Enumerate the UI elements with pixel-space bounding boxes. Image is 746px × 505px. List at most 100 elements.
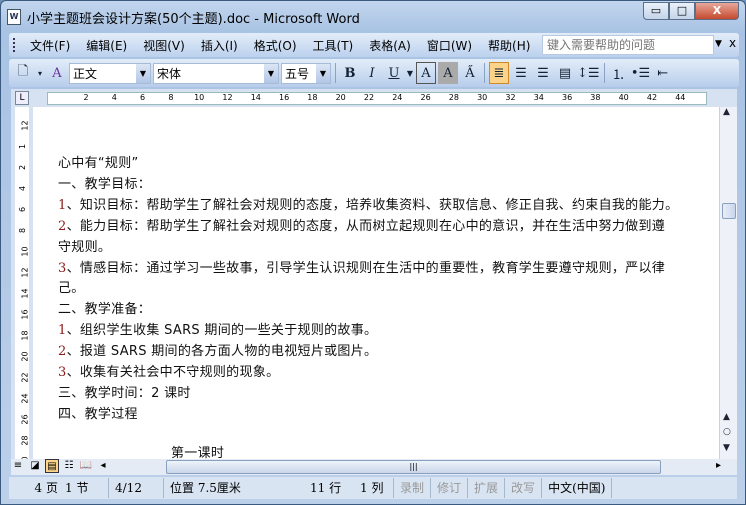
help-search-input[interactable] xyxy=(542,35,714,55)
menu-file[interactable]: 文件(F) xyxy=(22,37,78,54)
status-overtype[interactable]: 改写 xyxy=(505,478,543,498)
line-text: 四、教学过程 xyxy=(58,406,138,422)
grip-icon[interactable] xyxy=(13,38,16,52)
character-border-button[interactable]: A xyxy=(416,62,436,84)
close-help-button[interactable]: x xyxy=(729,36,736,50)
chevron-down-icon[interactable]: ▼ xyxy=(715,39,722,49)
line-text: 、报道 SARS 期间的各方面人物的电视短片或图片。 xyxy=(66,344,378,360)
ruler-tick: 20 xyxy=(20,351,30,362)
line-text: 、情感目标：通过学习一些故事，引导学生认识规则在生活中的重要性，教育学生要遵守规… xyxy=(66,260,666,276)
ruler-tick: 18 xyxy=(20,330,30,341)
ruler-tick: 32 xyxy=(505,93,516,102)
status-line: 11 行 xyxy=(310,481,342,495)
character-scaling-icon[interactable]: A̋ xyxy=(460,62,480,84)
window-title: 小学主题班会设计方案(50个主题).doc - Microsoft Word xyxy=(27,11,360,27)
line-text: 守规则。 xyxy=(58,239,112,255)
style-select[interactable]: 正文 ▼ xyxy=(69,62,151,84)
numbered-list-button[interactable]: ⒈ xyxy=(609,62,629,84)
new-document-icon[interactable]: 🗋 xyxy=(13,62,33,84)
scroll-left-icon[interactable]: ◂ xyxy=(96,459,110,473)
status-track-changes[interactable]: 修订 xyxy=(431,478,469,498)
menu-insert[interactable]: 插入(I) xyxy=(193,37,246,54)
horizontal-ruler[interactable]: L 2 4 6 8 10 12 14 16 18 20 22 24 26 28 30 32 34 36 38 40 42… xyxy=(11,89,737,107)
align-center-button[interactable]: ☰ xyxy=(511,62,531,84)
minimize-button[interactable]: ▭ xyxy=(643,2,669,20)
close-button[interactable]: X xyxy=(695,2,739,20)
ruler-tick: 22 xyxy=(363,93,375,102)
distributed-align-button[interactable]: ▤ xyxy=(555,62,575,84)
ruler-tick: 2 xyxy=(83,93,89,102)
document-page[interactable]: 第一课时 心中有“规则” 一、教学目标： 1、知识目标：帮助学生了解社会对规则的态度… xyxy=(33,107,719,459)
tab-selector[interactable]: L xyxy=(15,91,29,105)
maximize-button[interactable]: □ xyxy=(669,2,695,20)
ruler-tick: 4 xyxy=(111,93,117,102)
vertical-ruler: 12124681012141618202224262830 xyxy=(11,107,33,467)
italic-button[interactable]: I xyxy=(362,62,382,84)
menu-edit[interactable]: 编辑(E) xyxy=(78,37,135,54)
chevron-down-icon[interactable]: ▼ xyxy=(406,62,414,84)
word-window: W 小学主题班会设计方案(50个主题).doc - Microsoft Word… xyxy=(0,0,746,505)
previous-page-icon[interactable]: ▲ xyxy=(723,412,730,422)
ruler-tick: 1 xyxy=(18,143,28,150)
line-text: 一、教学目标： xyxy=(58,176,152,192)
hscroll-thumb[interactable]: ||| xyxy=(166,460,661,474)
document-line: 四、教学过程 xyxy=(58,403,138,422)
horizontal-scrollbar[interactable]: ≡ ◪ ▤ ☷ 📖 ◂ ||| ▸ xyxy=(11,459,737,475)
menu-table[interactable]: 表格(A) xyxy=(361,37,419,54)
ruler-tick: 36 xyxy=(562,93,573,102)
next-page-icon[interactable]: ▼ xyxy=(723,443,730,453)
document-line: 3、收集有关社会中不守规则的现象。 xyxy=(58,361,279,380)
line-text: 、组织学生收集 SARS 期间的一些关于规则的故事。 xyxy=(66,323,378,339)
vertical-scrollbar[interactable]: ▲ ▲ ○ ▼ xyxy=(719,107,737,459)
ruler-tick: 16 xyxy=(279,93,290,102)
menu-window[interactable]: 窗口(W) xyxy=(419,37,480,54)
document-line: 一、教学目标： xyxy=(58,173,151,192)
ruler-tick: 14 xyxy=(20,288,30,299)
status-extend[interactable]: 扩展 xyxy=(468,478,506,498)
scroll-right-icon[interactable]: ▸ xyxy=(716,460,721,471)
character-shading-button[interactable]: A xyxy=(438,62,458,84)
reading-view-icon[interactable]: 📖 xyxy=(79,459,93,473)
web-view-icon[interactable]: ◪ xyxy=(28,459,42,473)
underline-button[interactable]: U xyxy=(384,62,404,84)
status-language[interactable]: 中文(中国) xyxy=(542,478,613,498)
list-number: 3 xyxy=(58,260,67,276)
scroll-up-icon[interactable]: ▲ xyxy=(723,107,730,117)
line-spacing-button[interactable]: ↕☰ xyxy=(577,62,600,84)
document-line: 己。 xyxy=(58,277,85,296)
menu-tools[interactable]: 工具(T) xyxy=(305,37,362,54)
ruler-tick: 12 xyxy=(222,93,233,102)
font-size-select[interactable]: 五号 ▼ xyxy=(281,62,331,84)
ruler-tick: 14 xyxy=(250,93,261,102)
outline-view-icon[interactable]: ☷ xyxy=(62,459,76,473)
select-browse-object-icon[interactable]: ○ xyxy=(723,427,731,437)
menu-view[interactable]: 视图(V) xyxy=(135,37,193,54)
status-record[interactable]: 录制 xyxy=(394,478,432,498)
ruler-tick: 42 xyxy=(646,93,658,102)
ruler-tick: 10 xyxy=(194,93,205,102)
ruler-tick: 20 xyxy=(335,93,346,102)
menu-help[interactable]: 帮助(H) xyxy=(480,37,538,54)
menu-format[interactable]: 格式(O) xyxy=(246,37,305,54)
list-number: 1 xyxy=(58,197,67,213)
toolbar-options-icon[interactable]: ▾ xyxy=(35,62,45,84)
subheading: 第一课时 xyxy=(171,446,225,459)
status-bar: 4 页 1 节 4/12 位置 7.5厘米 11 行 1 列 录制 修订 扩展 … xyxy=(9,477,737,499)
ruler-tick: 24 xyxy=(392,93,403,102)
font-select[interactable]: 宋体 ▼ xyxy=(153,62,279,84)
bold-button[interactable]: B xyxy=(340,62,360,84)
normal-view-icon[interactable]: ≡ xyxy=(11,459,25,473)
chevron-down-icon: ▼ xyxy=(264,63,278,83)
justify-button[interactable]: ≣ xyxy=(489,62,509,84)
vruler-scale: 12124681012141618202224262830 xyxy=(15,107,30,467)
styles-icon[interactable]: A xyxy=(47,62,67,84)
document-line: 三、教学时间：2 课时 xyxy=(58,382,191,401)
chevron-down-icon: ▼ xyxy=(316,63,330,83)
scroll-thumb[interactable] xyxy=(722,203,736,219)
decrease-indent-button[interactable]: ⇤ xyxy=(653,62,673,84)
align-right-button[interactable]: ☰ xyxy=(533,62,553,84)
print-view-icon[interactable]: ▤ xyxy=(45,459,59,473)
ruler-tick: 26 xyxy=(420,93,431,102)
ruler-tick: 22 xyxy=(20,372,30,383)
bulleted-list-button[interactable]: •☰ xyxy=(631,62,651,84)
